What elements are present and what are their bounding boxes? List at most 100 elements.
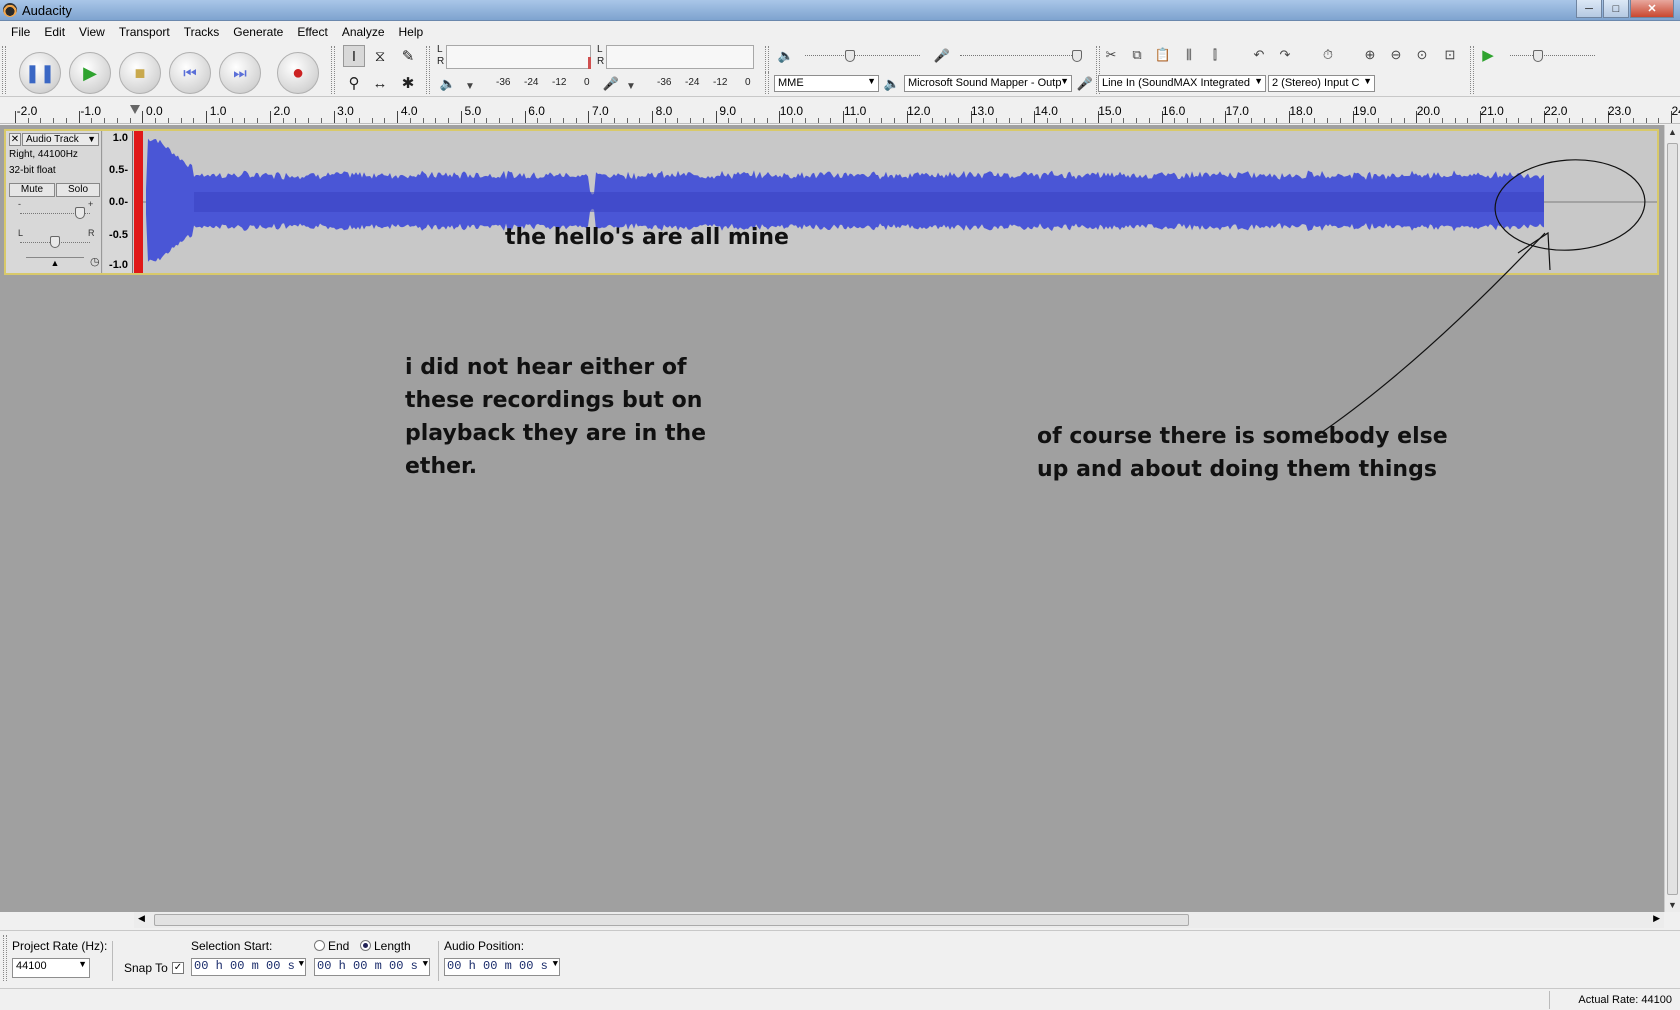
- horizontal-scrollbar[interactable]: ◀ ▶: [134, 912, 1664, 928]
- playback-volume-thumb[interactable]: [845, 50, 855, 62]
- meter-dropdown-icon[interactable]: ▼: [460, 76, 480, 96]
- skip-to-end-button[interactable]: ⏭: [219, 52, 261, 94]
- record-button[interactable]: ●: [277, 52, 319, 94]
- input-channels-select[interactable]: 2 (Stereo) Input C ▼: [1268, 75, 1375, 92]
- envelope-tool-button[interactable]: ⧖: [369, 45, 391, 67]
- solo-button[interactable]: Solo: [56, 183, 100, 197]
- collapse-track-button[interactable]: ▲: [26, 257, 84, 269]
- menu-file[interactable]: File: [4, 25, 37, 39]
- toolbar-grip[interactable]: [1470, 46, 1474, 94]
- playhead-cursor: [134, 131, 143, 273]
- record-meter[interactable]: [606, 45, 754, 69]
- annotation-line: playback they are in the: [405, 421, 707, 446]
- close-button[interactable]: ✕: [1630, 0, 1674, 18]
- menu-tracks[interactable]: Tracks: [177, 25, 227, 39]
- ruler-minor-tick: [257, 118, 259, 123]
- trim-icon[interactable]: ⫼: [1179, 45, 1199, 65]
- timeshift-tool-button[interactable]: ↔: [369, 72, 391, 94]
- zoom-in-icon[interactable]: ⊕: [1360, 45, 1380, 65]
- track-panel[interactable]: ✕ Audio Track ▼ Right, 44100Hz 32-bit flo…: [0, 125, 1664, 912]
- audio-host-select[interactable]: MME ▼: [774, 75, 879, 92]
- record-volume-slider[interactable]: [960, 55, 1080, 56]
- audio-position-field[interactable]: 00 h 00 m 00 s ▼: [444, 958, 560, 976]
- playback-meter[interactable]: [446, 45, 591, 69]
- mute-button[interactable]: Mute: [9, 183, 55, 197]
- playhead-marker[interactable]: [130, 105, 140, 114]
- skip-end-icon: ⏭: [233, 64, 247, 82]
- toolbar-grip[interactable]: [3, 935, 7, 981]
- maximize-button[interactable]: □: [1603, 0, 1629, 18]
- minimize-button[interactable]: ─: [1576, 0, 1602, 18]
- menu-help[interactable]: Help: [392, 25, 431, 39]
- audio-track[interactable]: ✕ Audio Track ▼ Right, 44100Hz 32-bit flo…: [4, 129, 1659, 275]
- toolbar-grip[interactable]: [331, 46, 335, 94]
- play-at-speed-icon[interactable]: ▶: [1478, 45, 1498, 65]
- redo-icon[interactable]: ↷: [1275, 45, 1295, 65]
- meter-right-label: R: [597, 56, 605, 67]
- track-name-menu[interactable]: Audio Track ▼: [22, 133, 99, 146]
- chevron-down-icon: ▼: [87, 134, 96, 144]
- play-speed-slider[interactable]: [1510, 55, 1595, 56]
- scroll-up-icon[interactable]: ▲: [1668, 127, 1677, 137]
- scroll-down-icon[interactable]: ▼: [1668, 900, 1677, 910]
- copy-icon[interactable]: ⧉: [1127, 45, 1147, 65]
- ruler-tick-label: 21.0: [1480, 104, 1504, 118]
- timeline-ruler[interactable]: -2.0 -1.0 0.0 1.0 2.0 3.0 4.0 5.0 6.0 7.0 8.0 9.0 10…: [0, 98, 1680, 124]
- menu-effect[interactable]: Effect: [290, 25, 334, 39]
- snap-to-checkbox[interactable]: ✓: [172, 962, 184, 974]
- cut-icon[interactable]: ✂: [1101, 45, 1121, 65]
- amp-label: 0.0-: [109, 196, 128, 208]
- gain-slider-thumb[interactable]: [75, 207, 85, 219]
- selection-start-field[interactable]: 00 h 00 m 00 s ▼: [191, 958, 306, 976]
- zoom-tool-button[interactable]: ⚲: [343, 72, 365, 94]
- track-close-button[interactable]: ✕: [9, 133, 21, 146]
- pause-button[interactable]: ❚❚: [19, 52, 61, 94]
- end-radio-indicator[interactable]: [314, 940, 325, 951]
- selection-length-field[interactable]: 00 h 00 m 00 s ▼: [314, 958, 430, 976]
- paste-icon[interactable]: 📋: [1153, 45, 1173, 65]
- pan-slider-thumb[interactable]: [50, 236, 60, 248]
- toolbar-grip[interactable]: [765, 72, 769, 94]
- ruler-tick-label: 2.0: [273, 104, 291, 118]
- vertical-scrollbar[interactable]: ▲ ▼: [1664, 125, 1680, 912]
- fit-project-icon[interactable]: ⊡: [1440, 45, 1460, 65]
- stop-button[interactable]: ■: [119, 52, 161, 94]
- ruler-minor-tick: [511, 118, 513, 123]
- menu-analyze[interactable]: Analyze: [335, 25, 392, 39]
- silence-icon[interactable]: ⫿: [1205, 45, 1225, 65]
- horizontal-scroll-thumb[interactable]: [154, 914, 1189, 926]
- length-radio-indicator[interactable]: [360, 940, 371, 951]
- waveform-display[interactable]: [134, 131, 1657, 273]
- length-radio[interactable]: Length: [360, 939, 411, 953]
- zoom-out-icon[interactable]: ⊖: [1386, 45, 1406, 65]
- toolbar-grip[interactable]: [2, 46, 6, 94]
- draw-tool-button[interactable]: ✎: [397, 45, 419, 67]
- ruler-minor-tick: [601, 118, 603, 123]
- vertical-scroll-thumb[interactable]: [1667, 143, 1678, 895]
- scroll-left-icon[interactable]: ◀: [138, 913, 145, 924]
- menu-view[interactable]: View: [72, 25, 112, 39]
- menu-generate[interactable]: Generate: [226, 25, 290, 39]
- record-volume-thumb[interactable]: [1072, 50, 1082, 62]
- audacity-logo-icon: [3, 3, 17, 17]
- undo-icon[interactable]: ↶: [1249, 45, 1269, 65]
- meter-dropdown-icon[interactable]: ▼: [621, 76, 641, 96]
- play-speed-thumb[interactable]: [1533, 50, 1543, 62]
- speaker-icon: 🔈: [777, 48, 795, 63]
- menu-edit[interactable]: Edit: [37, 25, 72, 39]
- skip-to-start-button[interactable]: ⏮: [169, 52, 211, 94]
- window-title: Audacity: [22, 3, 72, 18]
- fit-selection-icon[interactable]: ⊙: [1412, 45, 1432, 65]
- menu-transport[interactable]: Transport: [112, 25, 177, 39]
- output-device-select[interactable]: Microsoft Sound Mapper - Outp ▼: [904, 75, 1072, 92]
- selection-tool-button[interactable]: I: [343, 45, 365, 67]
- multi-tool-button[interactable]: ✱: [397, 72, 419, 94]
- scroll-right-icon[interactable]: ▶: [1653, 913, 1660, 924]
- input-device-select[interactable]: Line In (SoundMAX Integrated ▼: [1098, 75, 1266, 92]
- toolbar-grip[interactable]: [426, 46, 430, 94]
- sync-lock-icon[interactable]: ⏱: [1318, 45, 1338, 65]
- project-rate-select[interactable]: 44100 ▼: [12, 958, 90, 978]
- end-radio[interactable]: End: [314, 939, 349, 953]
- playback-volume-slider[interactable]: [805, 55, 920, 56]
- play-button[interactable]: ▶: [69, 52, 111, 94]
